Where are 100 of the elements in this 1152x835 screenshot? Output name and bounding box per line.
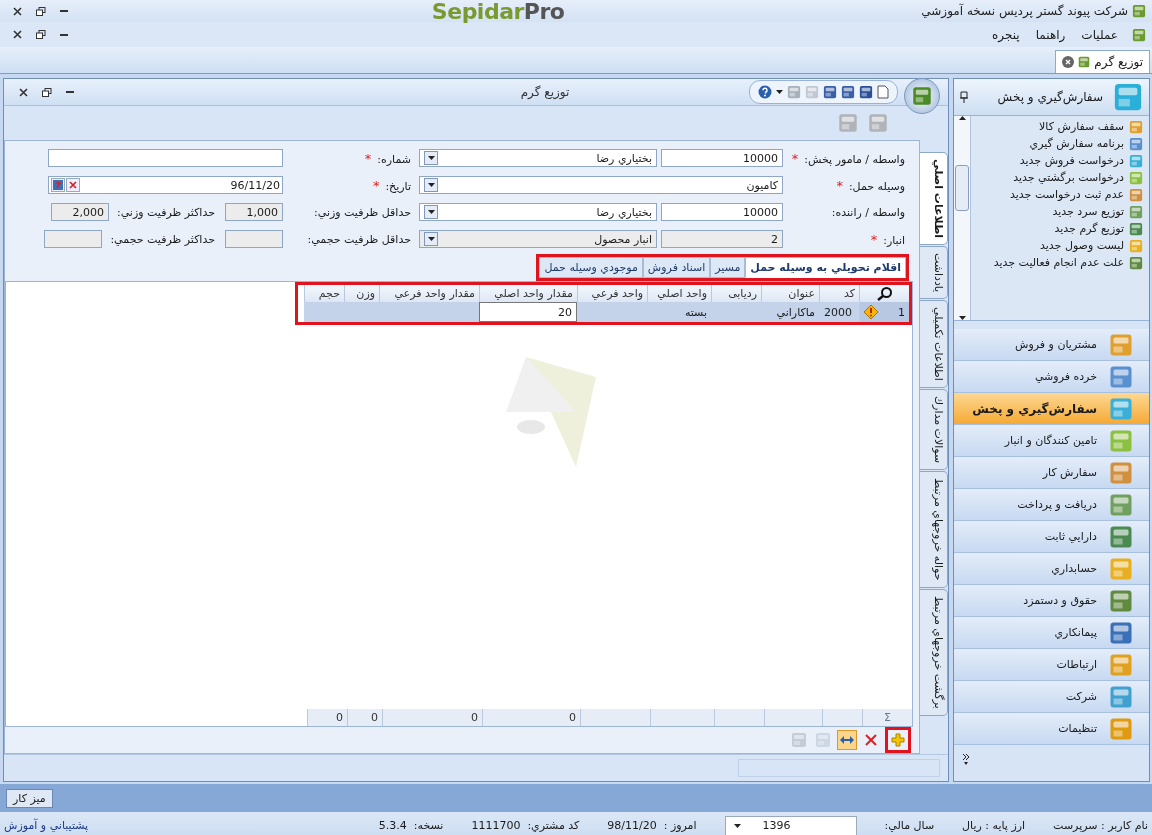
side-tab[interactable]: حواله خروجهاي مرتبط [920, 471, 948, 588]
side-tab[interactable]: سوالات مدارك [920, 389, 948, 471]
module-button[interactable]: حقوق و دستمزد [954, 585, 1149, 617]
table-cell [711, 302, 761, 322]
menu-item[interactable]: راهنما [1033, 26, 1068, 43]
close-icon[interactable] [13, 6, 22, 16]
caret-icon[interactable] [427, 156, 435, 160]
support-link[interactable]: پشتيباني و آموزش [4, 819, 89, 832]
column-header[interactable]: ردیابی [711, 285, 761, 302]
close-icon[interactable] [13, 30, 22, 39]
module-button[interactable]: دريافت و پرداخت [954, 489, 1149, 521]
scrollbar-thumb[interactable] [955, 165, 969, 211]
tab[interactable]: موجودي وسيله حمل [539, 257, 643, 278]
caret-icon[interactable] [733, 823, 741, 828]
module-icon [1109, 364, 1133, 389]
module-button[interactable]: حسابداري [954, 553, 1149, 585]
clear-icon[interactable] [66, 178, 80, 192]
module-button[interactable]: مشتريان و فروش [954, 329, 1149, 361]
module-button[interactable]: تامين كنندگان و انبار [954, 425, 1149, 457]
side-tab[interactable]: اطلاعات اصلي [920, 152, 948, 246]
task-icon [1129, 188, 1143, 202]
side-tab[interactable]: اطلاعات تكميلي [920, 300, 948, 389]
side-tab[interactable]: برگشت خروجهاي مرتبط [920, 588, 948, 716]
restore-icon[interactable] [36, 6, 46, 16]
nav-link[interactable]: عدم ثبت درخواست جديد [1010, 188, 1124, 202]
module-button[interactable]: پيمانكاري [954, 617, 1149, 649]
dropdown-field[interactable]: بختياري رضا [419, 149, 657, 167]
dropdown-field[interactable]: بختياري رضا [419, 203, 657, 221]
column-header[interactable]: حجم [304, 285, 344, 302]
nav-link[interactable]: سقف سفارش كالا [1039, 120, 1124, 134]
help-icon[interactable] [758, 85, 772, 99]
app-icon [1132, 4, 1146, 18]
table-cell [344, 302, 379, 322]
column-header[interactable]: عنوان [761, 285, 819, 302]
column-header[interactable]: مقدار واحد فرعي [379, 285, 479, 302]
field-label: حداكثر ظرفيت حجمي: [109, 232, 216, 246]
code-field[interactable]: 10000 [661, 149, 783, 167]
module-icon [1109, 684, 1133, 709]
module-icon [1109, 396, 1133, 421]
minimize-icon[interactable] [60, 33, 68, 36]
year-dropdown[interactable]: 1396 [724, 815, 857, 835]
close-icon[interactable] [1062, 56, 1075, 68]
nav-link[interactable]: توزيع گرم جديد [1054, 222, 1124, 236]
tab[interactable]: اقلام تحويلي به وسيله حمل [745, 257, 906, 278]
tab[interactable]: اسناد فروش [642, 257, 711, 278]
module-button[interactable]: دارايي ثابت [954, 521, 1149, 553]
search-icon[interactable] [876, 286, 893, 301]
dropdown-field[interactable]: كاميون [419, 176, 783, 194]
column-header[interactable]: مقدار واحد اصلي [479, 285, 577, 302]
quantity-field[interactable]: 20 [479, 302, 577, 322]
column-header[interactable]: واحد اصلي [647, 285, 711, 302]
taskbar-button[interactable]: ميز كار [6, 788, 53, 808]
add-button[interactable] [885, 727, 911, 753]
nav-link[interactable]: توزيع سرد جديد [1052, 205, 1124, 219]
nav-link[interactable]: علت عدم انجام فعاليت جديد [993, 256, 1124, 270]
date-field[interactable]: 96/11/20 [48, 176, 283, 194]
code-field[interactable]: 10000 [661, 203, 783, 221]
calendar-icon[interactable] [51, 178, 65, 192]
tab[interactable]: مسير [710, 257, 746, 278]
task-icon [1129, 154, 1143, 168]
fit-button[interactable] [837, 730, 857, 750]
caret-icon[interactable] [776, 90, 783, 94]
module-button[interactable]: ارتباطات [954, 649, 1149, 681]
app-logo-icon[interactable] [904, 78, 940, 114]
side-tab[interactable]: يادداشت [920, 246, 948, 300]
module-button[interactable]: خرده فروشي [954, 361, 1149, 393]
module-button[interactable]: شركت [954, 681, 1149, 713]
module-icon [1109, 652, 1133, 677]
caret-icon[interactable] [427, 210, 435, 214]
column-header[interactable]: واحد فرعي [577, 285, 647, 302]
document-tab[interactable]: توزيع گرم [1055, 50, 1150, 73]
module-icon [1109, 460, 1133, 485]
column-header[interactable]: كد [819, 285, 859, 302]
nav-link[interactable]: برنامه سفارش گيري [1029, 137, 1124, 151]
module-button[interactable]: سفارش‌گيري و پخش [954, 393, 1149, 425]
column-header[interactable]: وزن [344, 285, 379, 302]
module-button[interactable]: تنظيمات [954, 713, 1149, 745]
nav-link[interactable]: درخواست برگشتي جديد [1013, 171, 1124, 185]
menu-item[interactable]: پنجره [990, 26, 1022, 43]
status-item: نام كاربر : سرپرست [1053, 819, 1148, 832]
down-arrow-icon[interactable] [958, 316, 966, 320]
text-field[interactable] [48, 149, 283, 167]
restore-icon[interactable] [36, 30, 46, 39]
caret-icon[interactable] [427, 183, 435, 187]
module-button[interactable]: سفارش كار [954, 457, 1149, 489]
chevron-icon[interactable] [962, 753, 970, 765]
nav-link[interactable]: درخواست فروش جديد [1019, 154, 1124, 168]
footer-cell [580, 709, 650, 726]
restore-icon[interactable] [42, 87, 52, 97]
nav-link[interactable]: ليست وصول جديد [1040, 239, 1124, 253]
menu-item[interactable]: عمليات [1079, 26, 1120, 43]
field-label: وسيله حمل: * [835, 177, 906, 193]
up-arrow-icon[interactable] [958, 116, 966, 120]
document-icon[interactable] [877, 85, 889, 99]
scrollbar[interactable] [954, 116, 971, 320]
pin-icon[interactable] [960, 91, 968, 103]
task-icon [1129, 239, 1143, 253]
task-icon [1129, 205, 1143, 219]
close-icon[interactable] [19, 87, 28, 97]
double-arrow-icon [839, 735, 855, 745]
